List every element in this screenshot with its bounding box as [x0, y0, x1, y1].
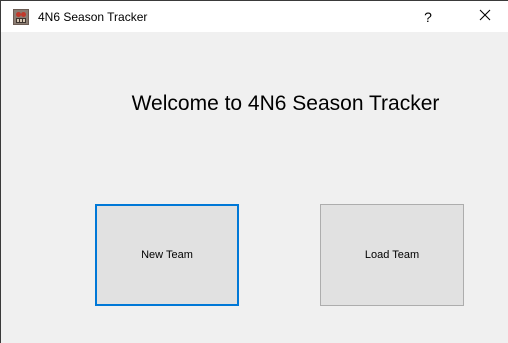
window-title: 4N6 Season Tracker [38, 10, 148, 24]
close-icon [479, 8, 491, 26]
main-panel: Welcome to 4N6 Season Tracker New Team L… [1, 32, 508, 343]
title-bar[interactable]: 4N6 Season Tracker ? [1, 1, 508, 32]
load-team-button[interactable]: Load Team [320, 204, 464, 306]
welcome-heading: Welcome to 4N6 Season Tracker [131, 92, 440, 115]
app-window: 4N6 Season Tracker ? Welcome to 4N6 Seas… [0, 0, 508, 343]
new-team-button[interactable]: New Team [95, 204, 239, 306]
help-button[interactable]: ? [405, 1, 451, 32]
close-button[interactable] [462, 1, 508, 32]
app-logo-icon [13, 9, 29, 25]
